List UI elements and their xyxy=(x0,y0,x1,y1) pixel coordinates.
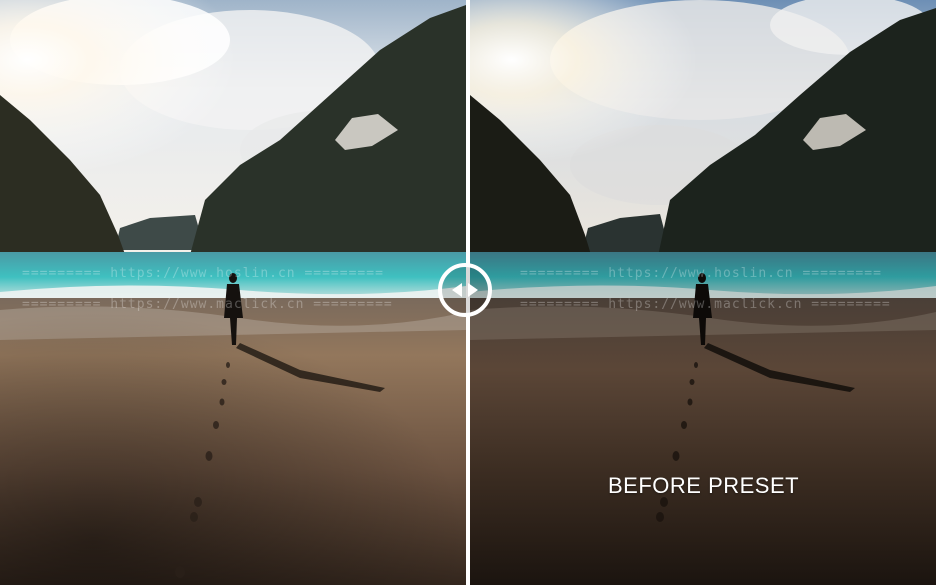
after-image-pane xyxy=(0,0,466,585)
arrow-left-icon xyxy=(452,283,462,297)
watermark-text: ========= https://www.hoslin.cn ========… xyxy=(520,266,882,281)
watermark-text: ========= https://www.maclick.cn =======… xyxy=(22,297,393,312)
comparison-slider-handle[interactable] xyxy=(438,263,492,317)
before-after-comparison[interactable]: ========= https://www.hoslin.cn ========… xyxy=(0,0,936,585)
watermark-text: ========= https://www.hoslin.cn ========… xyxy=(22,266,384,281)
after-image xyxy=(0,0,466,585)
before-preset-label: BEFORE PRESET xyxy=(608,473,800,498)
arrow-right-icon xyxy=(468,283,478,297)
watermark-text: ========= https://www.maclick.cn =======… xyxy=(520,297,891,312)
